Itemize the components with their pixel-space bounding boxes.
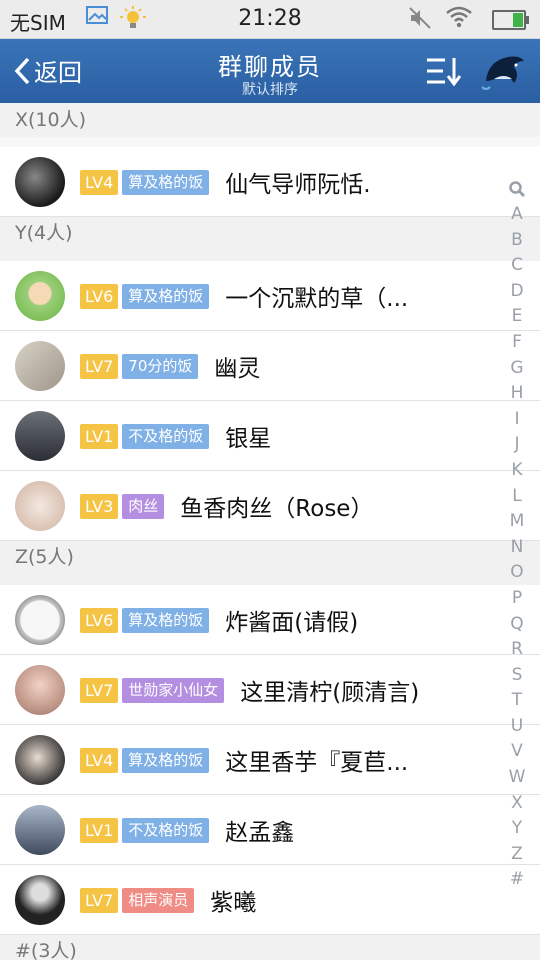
- level-badge: LV4: [80, 747, 119, 773]
- member-name: 银星: [225, 426, 272, 452]
- index-letter[interactable]: C: [505, 253, 529, 279]
- search-icon[interactable]: [508, 180, 526, 198]
- index-letter[interactable]: G: [505, 356, 529, 382]
- fan-tag: 相声演员: [122, 887, 195, 913]
- index-letter[interactable]: Q: [505, 612, 529, 638]
- fan-tag: 算及格的饭: [122, 607, 210, 633]
- index-letter[interactable]: P: [505, 586, 529, 612]
- battery-icon: [492, 10, 529, 30]
- level-badge: LV3: [80, 493, 119, 519]
- member-row[interactable]: LV4 算及格的饭 仙气导师阮恬.: [0, 147, 540, 217]
- member-list[interactable]: X(10人) LV4 算及格的饭 仙气导师阮恬. Y(4人) LV6 算及格的饭…: [0, 104, 540, 960]
- member-name: 这里香芋『夏苣...: [225, 750, 409, 776]
- fan-tag: 肉丝: [122, 493, 165, 519]
- member-row[interactable]: LV1 不及格的饭 赵孟鑫: [0, 795, 540, 865]
- member-row[interactable]: LV6 算及格的饭 一个沉默的草（...: [0, 261, 540, 331]
- section-header: #(3人): [0, 935, 540, 960]
- member-name: 一个沉默的草（...: [225, 286, 409, 312]
- index-letter[interactable]: T: [505, 688, 529, 714]
- index-letter[interactable]: S: [505, 663, 529, 689]
- fan-tag: 算及格的饭: [122, 283, 210, 309]
- level-badge: LV7: [80, 677, 119, 703]
- index-letter[interactable]: #: [505, 867, 529, 893]
- wifi-icon: [446, 6, 472, 33]
- fan-tag: 不及格的饭: [122, 423, 210, 449]
- index-letter[interactable]: Y: [505, 816, 529, 842]
- avatar: [15, 665, 65, 715]
- member-name: 鱼香肉丝（Rose）: [180, 496, 374, 522]
- index-letter[interactable]: F: [505, 330, 529, 356]
- avatar: [15, 157, 65, 207]
- member-row[interactable]: LV1 不及格的饭 银星: [0, 401, 540, 471]
- dolphin-button[interactable]: [480, 51, 528, 97]
- fan-tag: 世勋家小仙女: [122, 677, 225, 703]
- index-letter[interactable]: K: [505, 458, 529, 484]
- index-letter[interactable]: B: [505, 228, 529, 254]
- index-letter[interactable]: A: [505, 202, 529, 228]
- index-letter[interactable]: X: [505, 791, 529, 817]
- avatar: [15, 875, 65, 925]
- avatar: [15, 271, 65, 321]
- index-letter[interactable]: J: [505, 432, 529, 458]
- section-header: X(10人): [0, 104, 540, 137]
- fan-tag: 算及格的饭: [122, 747, 210, 773]
- index-letter[interactable]: M: [505, 509, 529, 535]
- avatar: [15, 805, 65, 855]
- nav-bar: 返回 群聊成员 默认排序: [0, 39, 540, 103]
- index-letter[interactable]: Z: [505, 842, 529, 868]
- member-name: 仙气导师阮恬.: [225, 172, 371, 198]
- level-badge: LV1: [80, 423, 119, 449]
- level-badge: LV6: [80, 283, 119, 309]
- index-letter[interactable]: D: [505, 279, 529, 305]
- member-name: 这里清柠(顾清言): [240, 680, 420, 706]
- avatar: [15, 481, 65, 531]
- fan-tag: 70分的饭: [122, 353, 199, 379]
- index-letter[interactable]: H: [505, 381, 529, 407]
- member-name: 幽灵: [214, 356, 261, 382]
- fan-tag: 算及格的饭: [122, 169, 210, 195]
- section-header: Y(4人): [0, 217, 540, 261]
- level-badge: LV6: [80, 607, 119, 633]
- index-letter[interactable]: I: [505, 407, 529, 433]
- index-letter[interactable]: E: [505, 304, 529, 330]
- level-badge: LV1: [80, 817, 119, 843]
- sort-button[interactable]: [425, 56, 462, 90]
- section-gap: [0, 137, 540, 147]
- index-letter[interactable]: W: [505, 765, 529, 791]
- level-badge: LV4: [80, 169, 119, 195]
- member-row[interactable]: LV4 算及格的饭 这里香芋『夏苣...: [0, 725, 540, 795]
- member-row[interactable]: LV7 世勋家小仙女 这里清柠(顾清言): [0, 655, 540, 725]
- index-letter[interactable]: L: [505, 484, 529, 510]
- section-header: Z(5人): [0, 541, 540, 585]
- level-badge: LV7: [80, 887, 119, 913]
- fan-tag: 不及格的饭: [122, 817, 210, 843]
- avatar: [15, 735, 65, 785]
- member-row[interactable]: LV3 肉丝 鱼香肉丝（Rose）: [0, 471, 540, 541]
- member-name: 赵孟鑫: [225, 820, 295, 846]
- index-letter[interactable]: U: [505, 714, 529, 740]
- level-badge: LV7: [80, 353, 119, 379]
- index-letter[interactable]: N: [505, 535, 529, 561]
- mute-icon: [408, 6, 432, 35]
- avatar: [15, 411, 65, 461]
- avatar: [15, 341, 65, 391]
- member-row[interactable]: LV7 70分的饭 幽灵: [0, 331, 540, 401]
- alphabet-index[interactable]: A B C D E F G H I J K L M N O P Q R S T U V W X Y Z #: [505, 178, 529, 893]
- sort-icon: [427, 58, 462, 87]
- member-name: 炸酱面(请假): [225, 610, 359, 636]
- index-letter[interactable]: O: [505, 560, 529, 586]
- member-row[interactable]: LV6 算及格的饭 炸酱面(请假): [0, 585, 540, 655]
- status-bar: 无SIM 21:28: [0, 0, 540, 39]
- member-name: 紫曦: [210, 890, 257, 916]
- index-letter[interactable]: R: [505, 637, 529, 663]
- dolphin-icon: [481, 56, 524, 90]
- index-letter[interactable]: V: [505, 739, 529, 765]
- member-row[interactable]: LV7 相声演员 紫曦: [0, 865, 540, 935]
- avatar: [15, 595, 65, 645]
